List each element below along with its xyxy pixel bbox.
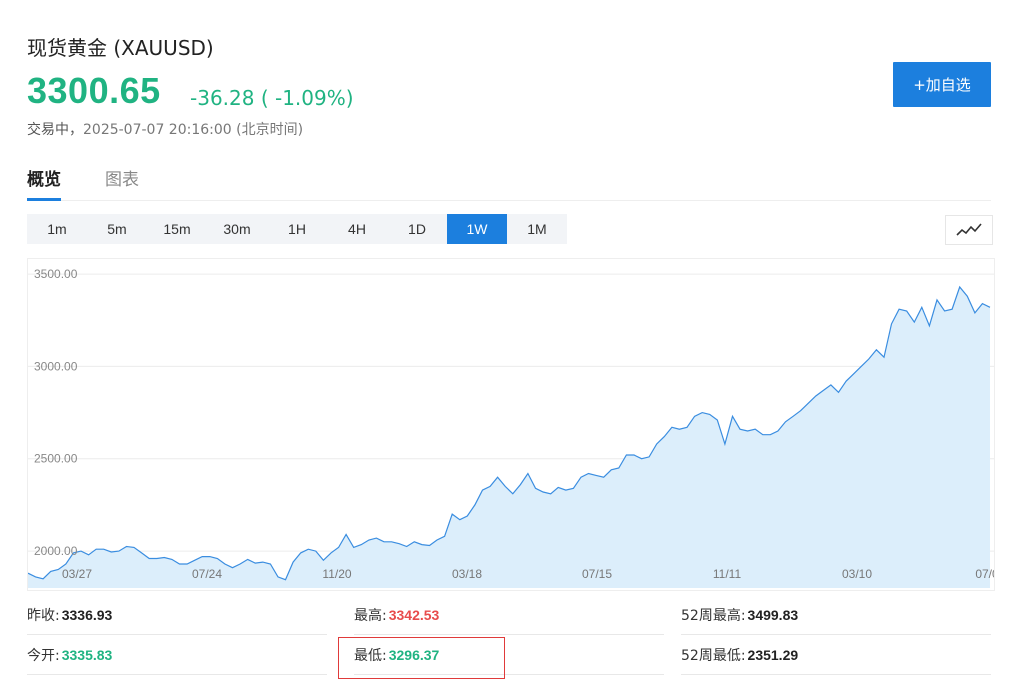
stat-value: 2351.29: [747, 646, 799, 663]
stat-52w-high: 52周最高: 3499.83: [681, 595, 991, 635]
stats-row: 昨收: 3336.93 最高: 3342.53 52周最高: 3499.83: [27, 595, 991, 635]
trading-status: 交易中，2025-07-07 20:16:00 (北京时间): [27, 119, 303, 139]
line-chart-icon: [956, 223, 982, 236]
x-tick-label: 07/0: [975, 567, 994, 581]
x-tick-label: 03/10: [842, 567, 872, 581]
stat-value: 3335.83: [61, 646, 113, 663]
x-tick-label: 03/27: [62, 567, 92, 581]
chart-type-button[interactable]: [945, 215, 993, 245]
y-tick-label: 2500.00: [34, 452, 78, 466]
y-tick-label: 3000.00: [34, 359, 78, 373]
period-30m[interactable]: 30m: [207, 214, 267, 244]
period-1h[interactable]: 1H: [267, 214, 327, 244]
highlight-box: [338, 637, 505, 679]
tab-chart[interactable]: 图表: [105, 165, 139, 198]
add-watchlist-button[interactable]: +加自选: [893, 62, 991, 107]
x-tick-label: 11/20: [322, 567, 351, 581]
tab-overview[interactable]: 概览: [27, 165, 61, 201]
current-price: 3300.65: [27, 70, 161, 111]
period-15m[interactable]: 15m: [147, 214, 207, 244]
stat-high: 最高: 3342.53: [354, 595, 664, 635]
period-5m[interactable]: 5m: [87, 214, 147, 244]
y-tick-label: 3500.00: [34, 267, 78, 281]
stat-label: 最高:: [354, 607, 387, 624]
stat-label: 今开:: [27, 647, 60, 664]
stats-row: 今开: 3335.83 最低: 3296.37 52周最低: 2351.29: [27, 635, 991, 675]
stat-52w-low: 52周最低: 2351.29: [681, 635, 991, 675]
stat-value: 3499.83: [747, 606, 799, 623]
price-change: -36.28 ( -1.09%): [190, 86, 354, 110]
price-area: [28, 287, 990, 588]
period-4h[interactable]: 4H: [327, 214, 387, 244]
x-tick-label: 11/11: [713, 567, 742, 581]
stat-prev-close: 昨收: 3336.93: [27, 595, 327, 635]
status-label: 交易中，: [27, 122, 83, 138]
stat-label: 52周最低:: [681, 647, 746, 664]
timestamp: 2025-07-07 20:16:00 (北京时间): [83, 122, 304, 138]
period-1d[interactable]: 1D: [387, 214, 447, 244]
period-selector: 1m 5m 15m 30m 1H 4H 1D 1W 1M: [27, 214, 567, 244]
x-tick-label: 03/18: [452, 567, 482, 581]
y-tick-label: 2000.00: [34, 544, 78, 558]
stat-value: 3336.93: [61, 606, 113, 623]
tab-bar: 概览 图表: [27, 165, 991, 201]
stat-open: 今开: 3335.83: [27, 635, 327, 675]
stat-value: 3342.53: [388, 606, 440, 623]
period-1w[interactable]: 1W: [447, 214, 507, 244]
stat-label: 52周最高:: [681, 607, 746, 624]
price-chart-svg: 3500.00 3000.00 2500.00 2000.00 03/27 07/24 11…: [27, 267, 999, 588]
period-1m[interactable]: 1m: [27, 214, 87, 244]
page-title: 现货黄金 (XAUUSD): [27, 36, 214, 60]
x-tick-label: 07/24: [192, 567, 222, 581]
stat-label: 昨收:: [27, 607, 60, 624]
x-tick-label: 07/15: [582, 567, 612, 581]
price-chart[interactable]: 3500.00 3000.00 2500.00 2000.00 03/27 07/24 11…: [27, 258, 999, 591]
period-1mo[interactable]: 1M: [507, 214, 567, 244]
